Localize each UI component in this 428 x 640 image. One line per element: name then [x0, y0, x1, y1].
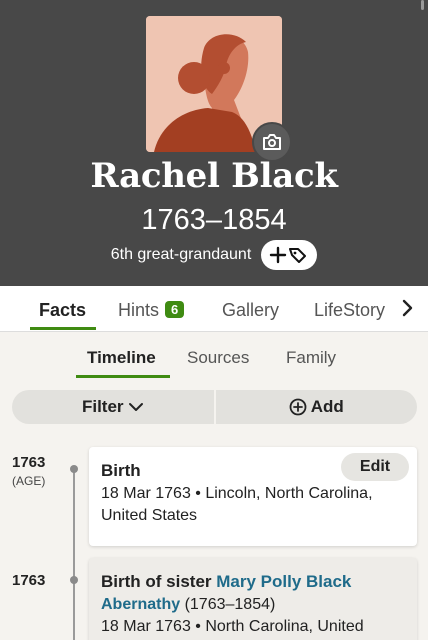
person-dates: (1763–1854) [180, 596, 276, 613]
tab-lifestory[interactable]: LifeStory [314, 300, 385, 321]
event-age: (AGE) [12, 474, 46, 488]
fact-subtabs: Timeline Sources Family [0, 332, 428, 380]
edit-button[interactable]: Edit [341, 453, 409, 481]
tab-facts[interactable]: Facts [39, 300, 86, 321]
tab-hints[interactable]: Hints 6 [118, 300, 185, 321]
profile-header: Rachel Black 1763–1854 6th great-grandau… [0, 0, 428, 286]
relationship-row: 6th great-grandaunt [0, 240, 428, 270]
relationship-label[interactable]: 6th great-grandaunt [111, 246, 252, 264]
subtab-family[interactable]: Family [286, 348, 336, 368]
tab-gallery[interactable]: Gallery [222, 300, 279, 321]
timeline-dot [70, 465, 78, 473]
timeline-event-birth[interactable]: Birth Edit 18 Mar 1763 • Lincoln, North … [89, 447, 417, 546]
subtab-timeline[interactable]: Timeline [87, 348, 156, 368]
person-name: Rachel Black [90, 156, 338, 196]
hints-count-badge: 6 [165, 301, 185, 318]
timeline-line [73, 467, 75, 640]
filter-button[interactable]: Filter [12, 390, 214, 424]
life-dates: 1763–1854 [141, 204, 287, 236]
timeline-dot [70, 576, 78, 584]
plus-circle-icon [289, 398, 307, 416]
active-subtab-indicator [76, 375, 170, 378]
person-link-cont[interactable]: Abernathy [101, 596, 180, 613]
subtab-sources[interactable]: Sources [187, 348, 249, 368]
add-label: Add [310, 397, 344, 416]
event-year: 1763 [12, 572, 46, 589]
camera-icon [263, 134, 281, 150]
scroll-indicator [421, 0, 424, 10]
event-title-prefix: Birth of sister [101, 572, 217, 591]
main-tabs: Facts Hints 6 Gallery LifeStory [0, 286, 428, 332]
timeline-event-sibling-birth[interactable]: Birth of sister Mary Polly Black Abernat… [89, 558, 417, 640]
event-title-cont: Abernathy (1763–1854) [101, 594, 405, 616]
filter-label: Filter [81, 397, 124, 416]
timeline-toolbar: Filter Add [12, 390, 417, 424]
event-date-place: 18 Mar 1763 • North Carolina, United [101, 618, 364, 635]
event-place-cont: United States [101, 507, 198, 524]
event-title: Birth of sister Mary Polly Black [101, 570, 405, 594]
active-tab-indicator [30, 327, 96, 330]
add-tag-button[interactable] [261, 240, 318, 270]
person-link[interactable]: Mary Polly Black [216, 572, 351, 591]
chevron-down-icon [128, 403, 143, 411]
event-date-place: 18 Mar 1763 • Lincoln, North Carolina, [101, 485, 373, 502]
chevron-right-icon[interactable] [400, 298, 416, 318]
tab-hints-label: Hints [118, 300, 160, 320]
event-year: 1763 [12, 454, 46, 471]
add-tag-icon [270, 246, 307, 264]
add-event-button[interactable]: Add [216, 390, 418, 424]
